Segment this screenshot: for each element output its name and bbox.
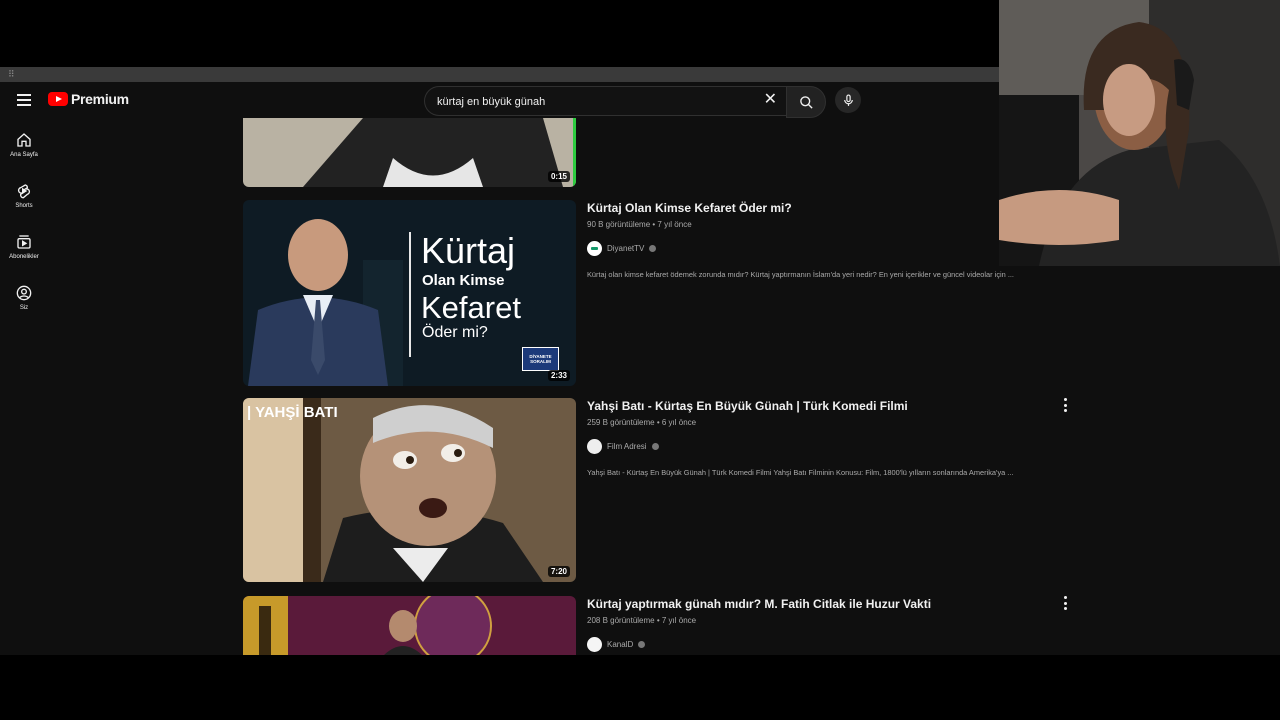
channel-name: DiyanetTV [607, 244, 645, 253]
more-options-icon[interactable] [1061, 398, 1069, 412]
channel-avatar [587, 637, 602, 652]
home-icon [17, 133, 31, 147]
video-duration: 7:20 [547, 566, 570, 577]
sidebar-item-home[interactable]: Ana Sayfa [0, 128, 48, 179]
view-count: 208 B görüntüleme [587, 616, 655, 625]
sidebar-item-label: Siz [19, 305, 29, 311]
voice-search-button[interactable] [835, 87, 861, 113]
badge-text-2: SORALIM [530, 359, 551, 364]
video-meta: 90 B görüntüleme • 7 yıl önce [587, 220, 692, 229]
result-info: Kürtaj yaptırmak günah mıdır? M. Fatih C… [587, 597, 1057, 652]
result-info: Kürtaj Olan Kimse Kefaret Öder mi? 90 B … [587, 201, 1057, 279]
youtube-play-icon [48, 92, 68, 106]
thumbnail-image [243, 118, 576, 187]
shorts-icon [17, 184, 31, 199]
result-info: Yahşi Batı - Kürtaş En Büyük Günah | Tür… [587, 399, 1057, 477]
channel-name: Film Adresi [607, 442, 647, 451]
video-title[interactable]: Kürtaj yaptırmak günah mıdır? M. Fatih C… [587, 597, 1057, 611]
sidebar-item-you[interactable]: Siz [0, 281, 48, 332]
verified-icon [638, 641, 646, 648]
search-box: ✕ [424, 86, 787, 116]
youtube-logo[interactable]: Premium [48, 91, 129, 107]
video-meta: 259 B görüntüleme • 6 yıl önce [587, 418, 697, 427]
verified-icon [651, 443, 659, 450]
diyanete-soralim-badge: DİYANETE SORALIM [522, 347, 559, 371]
video-thumbnail[interactable]: Kürtaj Olan Kimse Kefaret Öder mi? DİYAN… [243, 200, 576, 386]
webcam-image [999, 0, 1280, 266]
video-duration: 2:33 [547, 370, 570, 381]
video-meta: 208 B görüntüleme • 7 yıl önce [587, 616, 697, 625]
video-duration: 0:15 [547, 171, 570, 182]
video-title[interactable]: Kürtaj Olan Kimse Kefaret Öder mi? [587, 201, 1057, 215]
search-input[interactable] [435, 92, 749, 112]
thumbnail-text-line4: Öder mi? [422, 324, 488, 341]
webcam-overlay [999, 0, 1280, 266]
search-icon [799, 95, 813, 109]
upload-age: 6 yıl önce [661, 418, 697, 427]
sidebar-item-shorts[interactable]: Shorts [0, 179, 48, 230]
sidebar-item-label: Abonelikler [9, 254, 39, 260]
video-title[interactable]: Yahşi Batı - Kürtaş En Büyük Günah | Tür… [587, 399, 1057, 413]
sidebar-item-subscriptions[interactable]: Abonelikler [0, 230, 48, 281]
video-description: Yahşi Batı - Kürtaş En Büyük Günah | Tür… [587, 468, 1014, 477]
more-options-icon[interactable] [1061, 596, 1069, 610]
brand-label: Premium [71, 91, 129, 107]
thumbnail-text: | YAHŞİ BATI [247, 404, 338, 421]
thumbnail-text-line1: Kürtaj [421, 230, 516, 271]
video-thumbnail[interactable] [243, 596, 576, 655]
channel-link[interactable]: DiyanetTV [587, 241, 1057, 256]
thumbnail-text-line2: Olan Kimse [422, 272, 505, 289]
upload-age: 7 yıl önce [661, 616, 697, 625]
menu-button[interactable] [14, 90, 34, 110]
channel-link[interactable]: Film Adresi [587, 439, 1057, 454]
view-count: 90 B görüntüleme [587, 220, 651, 229]
search-button[interactable] [786, 86, 826, 118]
upload-age: 7 yıl önce [657, 220, 692, 229]
channel-avatar [587, 439, 602, 454]
top-bar: Premium ✕ [0, 82, 1000, 118]
video-thumbnail[interactable]: | YAHŞİ BATI 7:20 [243, 398, 576, 582]
grid-icon: ⠿ [8, 69, 15, 79]
sidebar: Ana Sayfa Shorts Abonelikler Siz [0, 128, 48, 332]
channel-avatar [587, 241, 602, 256]
verified-icon [649, 245, 657, 252]
video-description: Kürtaj olan kimse kefaret ödemek zorunda… [587, 270, 1014, 279]
thumbnail-image [243, 398, 576, 582]
browser-tab-strip: ⠿ [0, 67, 999, 82]
microphone-icon [843, 93, 853, 106]
sidebar-item-label: Shorts [15, 203, 33, 209]
account-icon [16, 285, 32, 301]
view-count: 259 B görüntüleme [587, 418, 655, 427]
clear-search-icon[interactable]: ✕ [764, 92, 777, 108]
channel-link[interactable]: KanalD [587, 637, 1057, 652]
thumbnail-image [243, 596, 576, 655]
video-thumbnail[interactable]: 0:15 [243, 118, 576, 187]
channel-name: KanalD [607, 640, 634, 649]
sidebar-item-label: Ana Sayfa [10, 152, 38, 158]
thumbnail-text-line3: Kefaret [421, 290, 521, 325]
subscriptions-icon [17, 235, 31, 249]
